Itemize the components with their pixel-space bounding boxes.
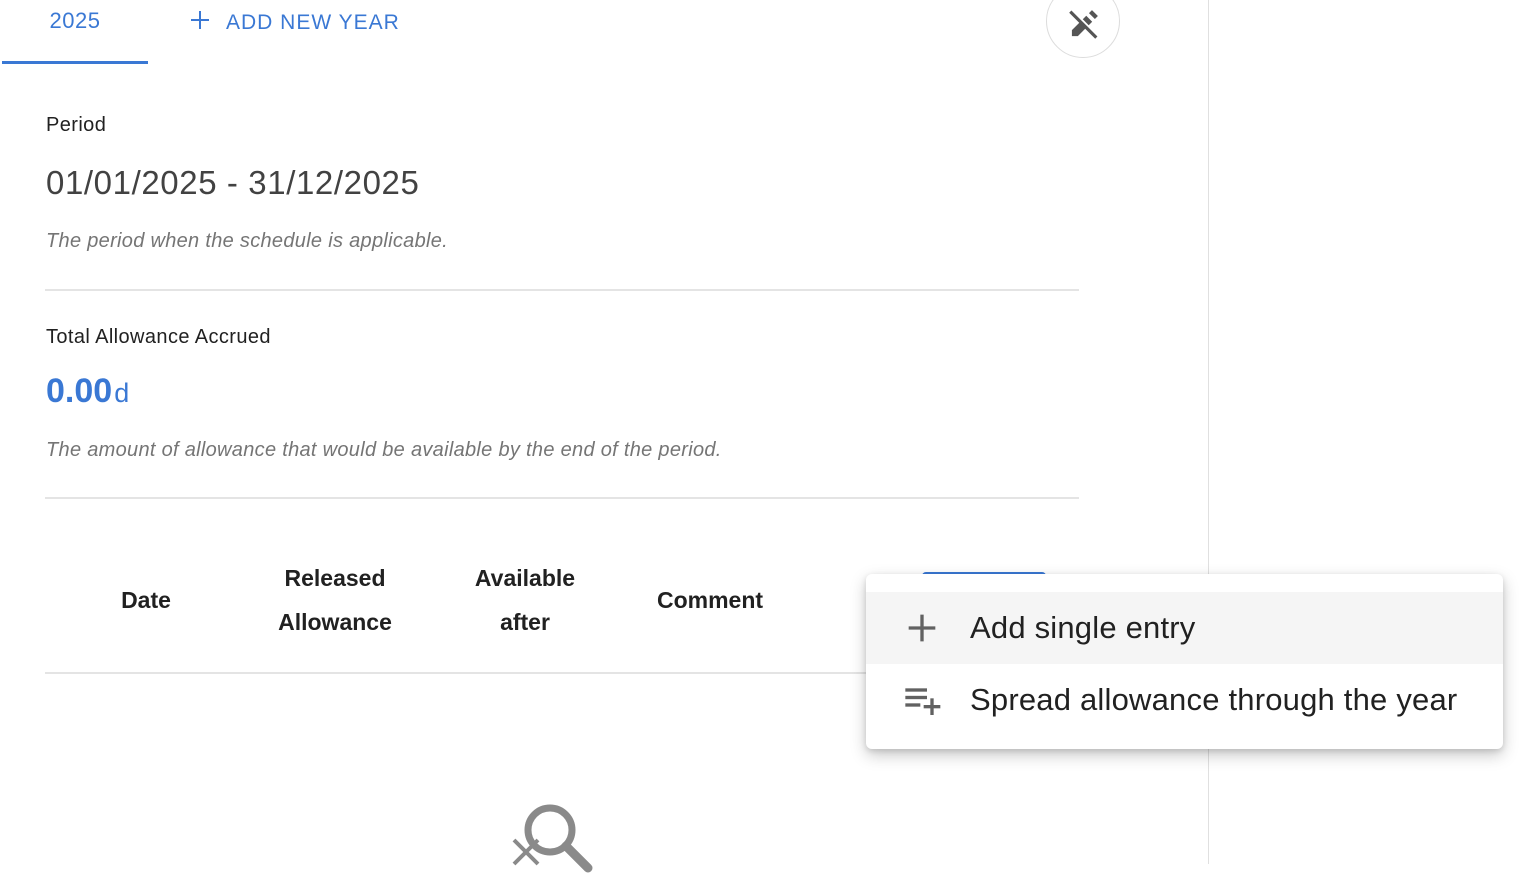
- column-header-line: Allowance: [278, 609, 392, 635]
- allowance-value: 0.00d: [46, 372, 129, 411]
- allowance-number: 0.00: [46, 372, 113, 410]
- column-header-line: Available: [474, 565, 576, 591]
- search-off-icon: [504, 800, 604, 880]
- period-hint: The period when the schedule is applicab…: [46, 230, 449, 252]
- column-header-line: Released: [284, 565, 386, 591]
- menu-item-add-single-entry[interactable]: Add single entry: [866, 592, 1503, 664]
- plus-icon: [188, 8, 212, 38]
- pencil-off-icon: [1064, 0, 1102, 49]
- column-header-comment[interactable]: Comment: [630, 578, 790, 622]
- allowance-hint: The amount of allowance that would be av…: [46, 439, 722, 461]
- year-tabs: 2025 ADD NEW YEAR: [2, 0, 1102, 64]
- tab-2025-label: 2025: [49, 8, 101, 33]
- playlist-add-icon: [902, 680, 942, 720]
- column-header-released-allowance[interactable]: Released Allowance: [250, 556, 420, 644]
- add-new-year-button[interactable]: ADD NEW YEAR: [188, 8, 400, 38]
- divider: [45, 497, 1079, 499]
- plus-icon: [902, 608, 942, 648]
- allowance-unit: d: [114, 378, 130, 408]
- period-label: Period: [46, 114, 107, 136]
- menu-item-spread-allowance[interactable]: Spread allowance through the year: [866, 664, 1503, 736]
- menu-item-label: Add single entry: [970, 610, 1196, 645]
- column-header-comment-label: Comment: [656, 587, 764, 613]
- active-tab-indicator: [2, 61, 148, 64]
- period-value: 01/01/2025 - 31/12/2025: [46, 164, 420, 201]
- tab-2025[interactable]: 2025: [2, 0, 148, 64]
- column-header-available-after[interactable]: Available after: [450, 556, 600, 644]
- divider: [45, 289, 1079, 291]
- add-new-year-label: ADD NEW YEAR: [226, 11, 400, 34]
- menu-item-label: Spread allowance through the year: [970, 682, 1458, 717]
- add-entry-menu: Add single entry Spread allowance throug…: [866, 574, 1503, 749]
- allowance-label: Total Allowance Accrued: [46, 326, 271, 348]
- column-header-date[interactable]: Date: [76, 578, 216, 622]
- column-header-line: after: [500, 609, 550, 635]
- column-header-date-label: Date: [121, 587, 171, 613]
